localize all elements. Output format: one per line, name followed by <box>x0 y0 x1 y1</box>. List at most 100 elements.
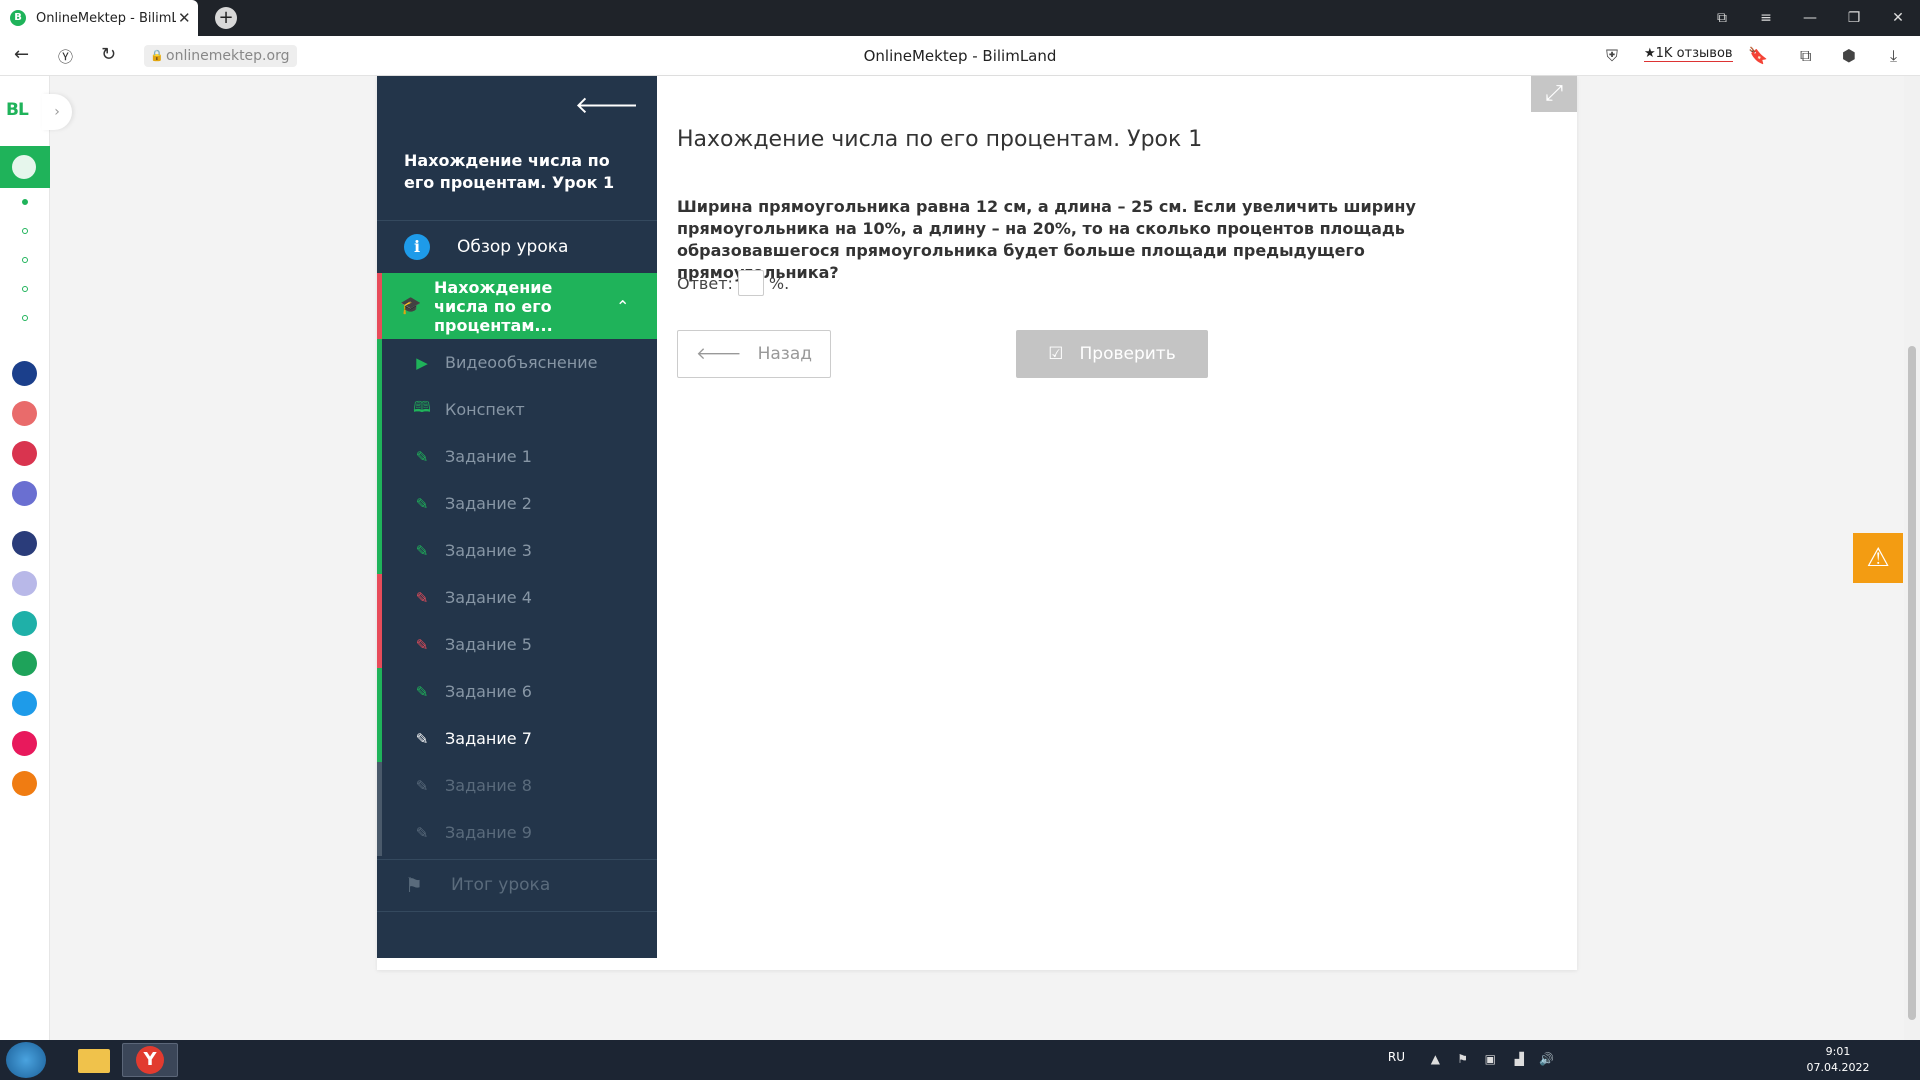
subitem-label: Задание 9 <box>445 823 532 842</box>
lesson-sidebar: 🡐 Нахождение числа по его процентам. Уро… <box>377 76 657 958</box>
back-button-label: Назад <box>757 344 812 364</box>
rail-dot-4[interactable] <box>22 286 28 292</box>
report-problem-button[interactable]: ⚠ <box>1853 533 1903 583</box>
network-icon[interactable]: ▟ <box>1515 1052 1524 1066</box>
status-bar <box>377 433 382 480</box>
subitem-label: Задание 7 <box>445 729 532 748</box>
bookmarks-panel-icon[interactable]: ⧉ <box>1700 0 1744 36</box>
back-arrow-icon[interactable]: ← <box>14 44 29 65</box>
sidebar-subitem-11[interactable]: ✎ Задание 9 <box>377 809 657 856</box>
sidebar-subitem-9[interactable]: ✎ Задание 7 <box>377 715 657 762</box>
play-icon: ▶ <box>416 353 428 372</box>
sidebar-subitem-6[interactable]: ✎ Задание 4 <box>377 574 657 621</box>
url-text: onlinemektep.org <box>166 48 290 64</box>
sidebar-item-result[interactable]: ⚑ Итог урока <box>377 859 657 911</box>
question-text: Ширина прямоугольника равна 12 см, а дли… <box>677 197 1416 282</box>
rail-item-onlinemektep[interactable] <box>0 146 50 188</box>
rail-dot-3[interactable] <box>22 257 28 263</box>
back-button[interactable]: 🡐 Назад <box>677 330 831 378</box>
sidebar-section-current[interactable]: 🎓 Нахождение числа по его процентам... ⌃ <box>377 273 657 339</box>
check-square-icon: ☑ <box>1048 344 1064 364</box>
section-label: Нахождение числа по его процентам... <box>434 277 553 335</box>
edit-icon: ✎ <box>415 776 429 795</box>
sidebar-subitem-2[interactable]: 🕮 Конспект <box>377 386 657 433</box>
taskbar-explorer[interactable] <box>66 1043 122 1077</box>
yandex-browser-icon: Y <box>136 1046 164 1074</box>
rail-expand-toggle[interactable]: › <box>42 94 72 130</box>
sidebar-subitem-5[interactable]: ✎ Задание 3 <box>377 527 657 574</box>
subitem-label: Задание 6 <box>445 682 532 701</box>
collections-icon[interactable]: ⧉ <box>1800 46 1811 66</box>
show-hidden-icons-icon[interactable]: ▲ <box>1431 1052 1440 1066</box>
status-bar <box>377 339 382 386</box>
sidebar-item-overview[interactable]: i Обзор урока <box>377 221 657 273</box>
status-bar <box>377 574 382 621</box>
restore-button[interactable]: ❐ <box>1832 0 1876 36</box>
sidebar-subitem-7[interactable]: ✎ Задание 5 <box>377 621 657 668</box>
check-button-label: Проверить <box>1079 344 1176 364</box>
new-tab-button[interactable]: + <box>215 7 237 29</box>
answer-input[interactable] <box>737 270 764 296</box>
sidebar-back-arrow-icon[interactable]: 🡐 <box>575 90 639 119</box>
checklist-icon[interactable] <box>12 691 37 716</box>
bookmark-icon[interactable]: 🔖 <box>1748 46 1768 65</box>
lock-icon: 🔒 <box>150 49 164 62</box>
rail-dot-2[interactable] <box>22 228 28 234</box>
status-bar <box>377 621 382 668</box>
language-indicator[interactable]: RU <box>1388 1050 1405 1064</box>
sidebar-subitem-4[interactable]: ✎ Задание 2 <box>377 480 657 527</box>
scrollbar-thumb[interactable] <box>1908 346 1916 1020</box>
orange-app-icon[interactable] <box>12 771 37 796</box>
status-bar <box>377 527 382 574</box>
answer-label: Ответ: <box>677 273 733 293</box>
sidebar-subitem-1[interactable]: ▶ Видеообъяснение <box>377 339 657 386</box>
url-field[interactable]: 🔒 onlinemektep.org <box>144 45 298 67</box>
subitem-label: Задание 1 <box>445 447 532 466</box>
device-icon[interactable]: ▣ <box>1485 1052 1496 1066</box>
status-bar <box>377 668 382 715</box>
app-rail: BL › <box>0 76 72 1040</box>
edit-icon: ✎ <box>415 729 429 748</box>
twig-icon[interactable] <box>12 731 37 756</box>
close-window-button[interactable]: ✕ <box>1876 0 1920 36</box>
rail-dot-1[interactable] <box>22 199 28 205</box>
fullscreen-expand-button[interactable]: ⤢ <box>1531 76 1577 112</box>
menu-icon[interactable]: ≡ <box>1744 0 1788 36</box>
edit-icon: ✎ <box>415 635 429 654</box>
browser-tab[interactable]: B OnlineMektep - BilimLand ✕ <box>0 0 198 36</box>
minimize-button[interactable]: — <box>1788 0 1832 36</box>
subitem-label: Конспект <box>445 400 525 419</box>
extension-icon[interactable]: ⬢ <box>1842 46 1856 65</box>
downloads-icon[interactable]: ⤓ <box>1890 46 1897 66</box>
windows-taskbar: Y RU ▲ ⚑ ▣ ▟ 🔊 9:01 07.04.2022 <box>0 1040 1920 1080</box>
chevron-up-icon[interactable]: ⌃ <box>616 297 629 316</box>
protect-icon[interactable]: ⛨ <box>1606 46 1618 66</box>
bilim-land-icon[interactable] <box>12 651 37 676</box>
bilim-tv-icon[interactable] <box>12 571 37 596</box>
bilim-media-icon[interactable] <box>12 361 37 386</box>
bilim-kids-icon[interactable] <box>12 611 37 636</box>
status-bar <box>377 715 382 762</box>
bilimland-logo[interactable]: BL <box>6 100 29 120</box>
reload-icon[interactable]: ↻ <box>101 44 116 65</box>
sidebar-subitem-10[interactable]: ✎ Задание 8 <box>377 762 657 809</box>
taskbar-yandex-browser[interactable]: Y <box>122 1043 178 1077</box>
flag-icon: ⚑ <box>405 873 423 897</box>
volume-icon[interactable]: 🔊 <box>1539 1052 1554 1066</box>
close-tab-icon[interactable]: ✕ <box>178 9 191 27</box>
clock[interactable]: 9:01 07.04.2022 <box>1798 1044 1878 1076</box>
action-center-icon[interactable]: ⚑ <box>1457 1052 1468 1066</box>
reviews-link[interactable]: ★1K отзывов <box>1644 46 1733 62</box>
address-bar: ← Ⓨ ↻ 🔒 onlinemektep.org OnlineMektep - … <box>0 36 1920 76</box>
yandex-icon[interactable]: Ⓨ <box>58 46 73 67</box>
status-bar <box>377 386 382 433</box>
smart-nation-icon[interactable] <box>12 531 37 556</box>
sidebar-subitem-3[interactable]: ✎ Задание 1 <box>377 433 657 480</box>
sidebar-subitem-8[interactable]: ✎ Задание 6 <box>377 668 657 715</box>
rail-dot-5[interactable] <box>22 315 28 321</box>
start-button[interactable] <box>6 1042 46 1078</box>
bilim-shop-icon[interactable] <box>12 441 37 466</box>
bilim-app-icon[interactable] <box>12 401 37 426</box>
bilim-class-icon[interactable] <box>12 481 37 506</box>
check-button[interactable]: ☑ Проверить <box>1016 330 1208 378</box>
